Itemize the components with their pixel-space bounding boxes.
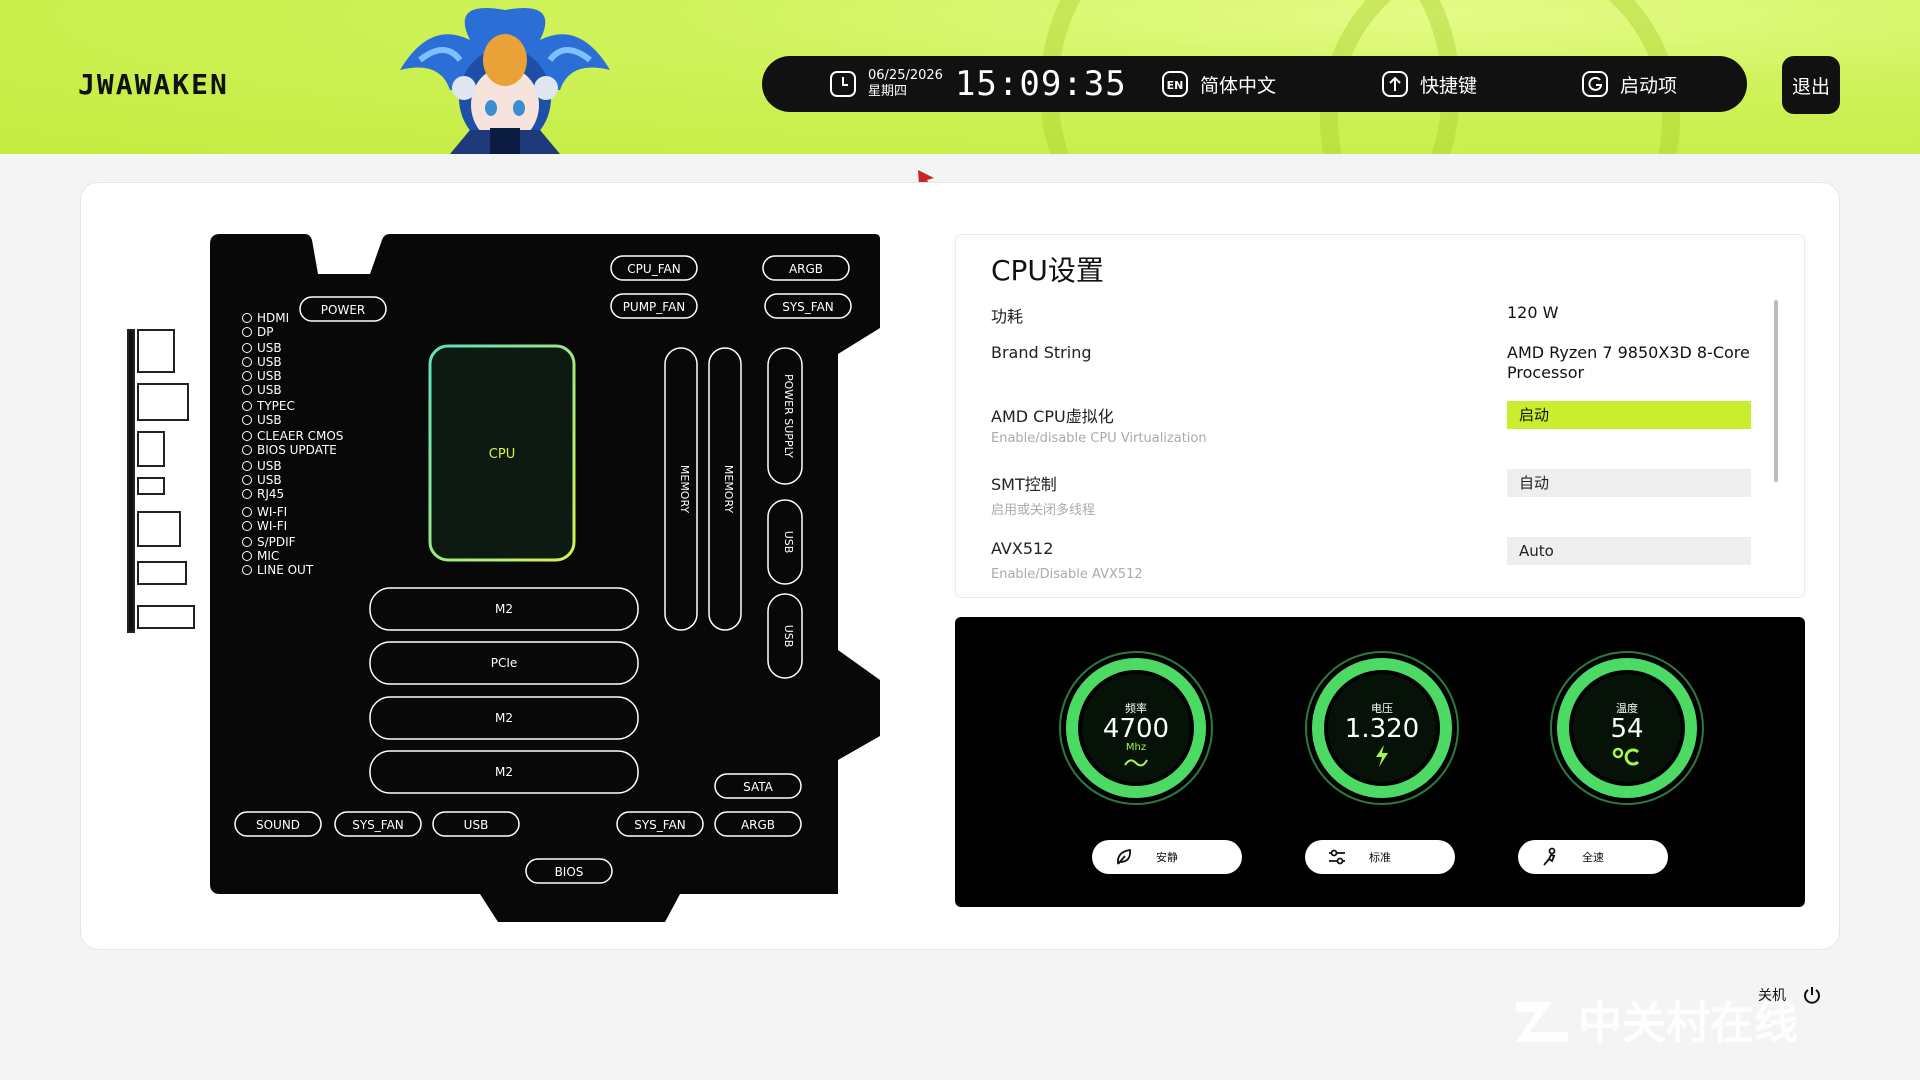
weekday-text: 星期四 bbox=[868, 84, 908, 99]
quiet-mode-label: 安静 bbox=[1156, 851, 1178, 864]
bottom-label-sound: SOUND bbox=[256, 818, 300, 832]
memory-label-2: MEMORY bbox=[722, 465, 735, 514]
time-text: 15:09:35 bbox=[954, 64, 1127, 104]
celsius-icon bbox=[1612, 747, 1640, 766]
setting-value: AMD Ryzen 7 9850X3D 8-Core Processor bbox=[1507, 343, 1750, 382]
settings-scrollbar[interactable] bbox=[1774, 300, 1778, 482]
setting-label: SMT控制 bbox=[991, 475, 1057, 494]
io-port-label[interactable]: BIOS UPDATE bbox=[257, 443, 337, 457]
setting-label: AVX512 bbox=[991, 539, 1054, 558]
temperature-value: 54 bbox=[1610, 714, 1644, 744]
leaf-icon bbox=[1117, 848, 1131, 865]
mascot-illustration bbox=[400, 8, 610, 154]
m2-label-1: M2 bbox=[495, 602, 513, 616]
frequency-unit: Mhz bbox=[1125, 742, 1147, 753]
pcie-label: PCIe bbox=[491, 656, 518, 670]
memory-label-1: MEMORY bbox=[678, 465, 691, 514]
quiet-mode-button[interactable]: 安静 bbox=[1092, 840, 1242, 874]
header-label-sys-fan: SYS_FAN bbox=[782, 300, 834, 314]
header-label-power: POWER bbox=[321, 303, 365, 317]
running-icon bbox=[1543, 847, 1556, 866]
voltage-value: 1.320 bbox=[1344, 714, 1420, 744]
io-port-label[interactable]: USB bbox=[257, 341, 282, 355]
io-port-label[interactable]: MIC bbox=[257, 549, 279, 563]
watermark-logo: 中关村在线 bbox=[1516, 998, 1798, 1049]
io-port-label[interactable]: HDMI bbox=[257, 311, 289, 325]
io-port-label[interactable]: RJ45 bbox=[257, 487, 284, 501]
bottom-label-argb: ARGB bbox=[741, 818, 775, 832]
io-port-label[interactable]: USB bbox=[257, 383, 282, 397]
io-port-label[interactable]: WI-FI bbox=[257, 505, 287, 519]
io-port-label[interactable]: S/PDIF bbox=[257, 535, 296, 549]
sata-label: SATA bbox=[743, 780, 774, 794]
io-port-label[interactable]: USB bbox=[257, 413, 282, 427]
virtualization-select[interactable]: 启动 bbox=[1507, 401, 1751, 429]
setting-label: Brand String bbox=[991, 343, 1092, 362]
setting-label: 功耗 bbox=[991, 307, 1024, 326]
shortcut-label: 快捷键 bbox=[1420, 74, 1478, 97]
io-port-label[interactable]: DP bbox=[257, 325, 273, 339]
header-label-argb: ARGB bbox=[789, 262, 823, 276]
header-bar: JWAWAKEN 06/25/2026 星期四 15:09:35 EN 简体中文… bbox=[0, 0, 1920, 154]
date-text: 06/25/2026 bbox=[868, 68, 943, 83]
standard-mode-label: 标准 bbox=[1369, 851, 1391, 864]
bottom-label-sys-fan: SYS_FAN bbox=[352, 818, 404, 832]
motherboard-diagram: POWER CPU_FAN ARGB PUMP_FAN SYS_FAN HDMI… bbox=[127, 234, 880, 922]
language-icon: EN bbox=[1162, 71, 1188, 97]
shortcut-button[interactable]: 快捷键 bbox=[1380, 56, 1477, 112]
bios-label: BIOS bbox=[555, 865, 584, 879]
full-speed-mode-label: 全速 bbox=[1582, 851, 1604, 864]
io-port-label[interactable]: USB bbox=[257, 355, 282, 369]
io-port-label[interactable]: USB bbox=[257, 459, 282, 473]
top-toolbar: 06/25/2026 星期四 15:09:35 EN 简体中文 快捷键 启动项 bbox=[762, 56, 1747, 112]
header-label-pump-fan: PUMP_FAN bbox=[623, 300, 686, 314]
setting-description: Enable/Disable AVX512 bbox=[991, 567, 1143, 582]
bottom-label-sys-fan-2: SYS_FAN bbox=[634, 818, 686, 832]
smt-select[interactable]: 自动 bbox=[1507, 469, 1751, 497]
language-button[interactable]: EN 简体中文 bbox=[1160, 56, 1276, 112]
setting-description: 启用或关闭多线程 bbox=[991, 503, 1096, 518]
rear-io-column bbox=[127, 329, 195, 633]
io-port-label[interactable]: CLEAER CMOS bbox=[257, 429, 343, 443]
settings-list: 功耗 120 W Brand String AMD Ryzen 7 9850X3… bbox=[991, 297, 1771, 583]
io-port-label[interactable]: TYPEC bbox=[256, 399, 295, 413]
sliders-icon bbox=[1329, 849, 1345, 865]
full-speed-mode-button[interactable]: 全速 bbox=[1518, 840, 1668, 874]
setting-label: AMD CPU虚拟化 bbox=[991, 407, 1114, 426]
io-port-label[interactable]: USB bbox=[257, 473, 282, 487]
power-supply-label: POWER SUPPLY bbox=[782, 374, 795, 458]
m2-label-2: M2 bbox=[495, 711, 513, 725]
avx512-select[interactable]: Auto bbox=[1507, 537, 1751, 565]
io-port-label[interactable]: LINE OUT bbox=[257, 563, 314, 577]
side-usb-label-2: USB bbox=[782, 625, 795, 648]
setting-description: Enable/disable CPU Virtualization bbox=[991, 431, 1207, 446]
shortcut-icon bbox=[1382, 71, 1408, 97]
side-usb-label-1: USB bbox=[782, 531, 795, 554]
standard-mode-button[interactable]: 标准 bbox=[1305, 840, 1455, 874]
datetime-display: 06/25/2026 星期四 15:09:35 bbox=[828, 56, 1127, 112]
app-logo: JWAWAKEN bbox=[78, 68, 229, 101]
boot-label: 启动项 bbox=[1620, 74, 1678, 97]
watermark-text: 中关村在线 bbox=[1578, 998, 1798, 1049]
setting-value: 120 W bbox=[1507, 303, 1559, 322]
frequency-value: 4700 bbox=[1102, 714, 1170, 744]
language-badge: EN bbox=[1167, 79, 1184, 92]
boot-button[interactable]: 启动项 bbox=[1580, 56, 1677, 112]
lightning-icon bbox=[1376, 745, 1388, 767]
clock-icon bbox=[830, 71, 856, 97]
io-port-label[interactable]: WI-FI bbox=[257, 519, 287, 533]
boot-icon bbox=[1582, 71, 1608, 97]
language-label: 简体中文 bbox=[1200, 74, 1277, 97]
m2-label-3: M2 bbox=[495, 765, 513, 779]
cpu-settings-card: CPU设置 功耗 120 W Brand String AMD Ryzen 7 … bbox=[955, 234, 1805, 598]
wave-icon bbox=[1124, 759, 1148, 767]
motherboard-outline bbox=[210, 234, 880, 922]
cpu-label: CPU bbox=[489, 447, 515, 462]
bottom-label-usb: USB bbox=[464, 818, 489, 832]
exit-button[interactable]: 退出 bbox=[1782, 56, 1840, 114]
io-port-label[interactable]: USB bbox=[257, 369, 282, 383]
settings-title: CPU设置 bbox=[991, 254, 1104, 287]
header-label-cpu-fan: CPU_FAN bbox=[627, 262, 680, 276]
